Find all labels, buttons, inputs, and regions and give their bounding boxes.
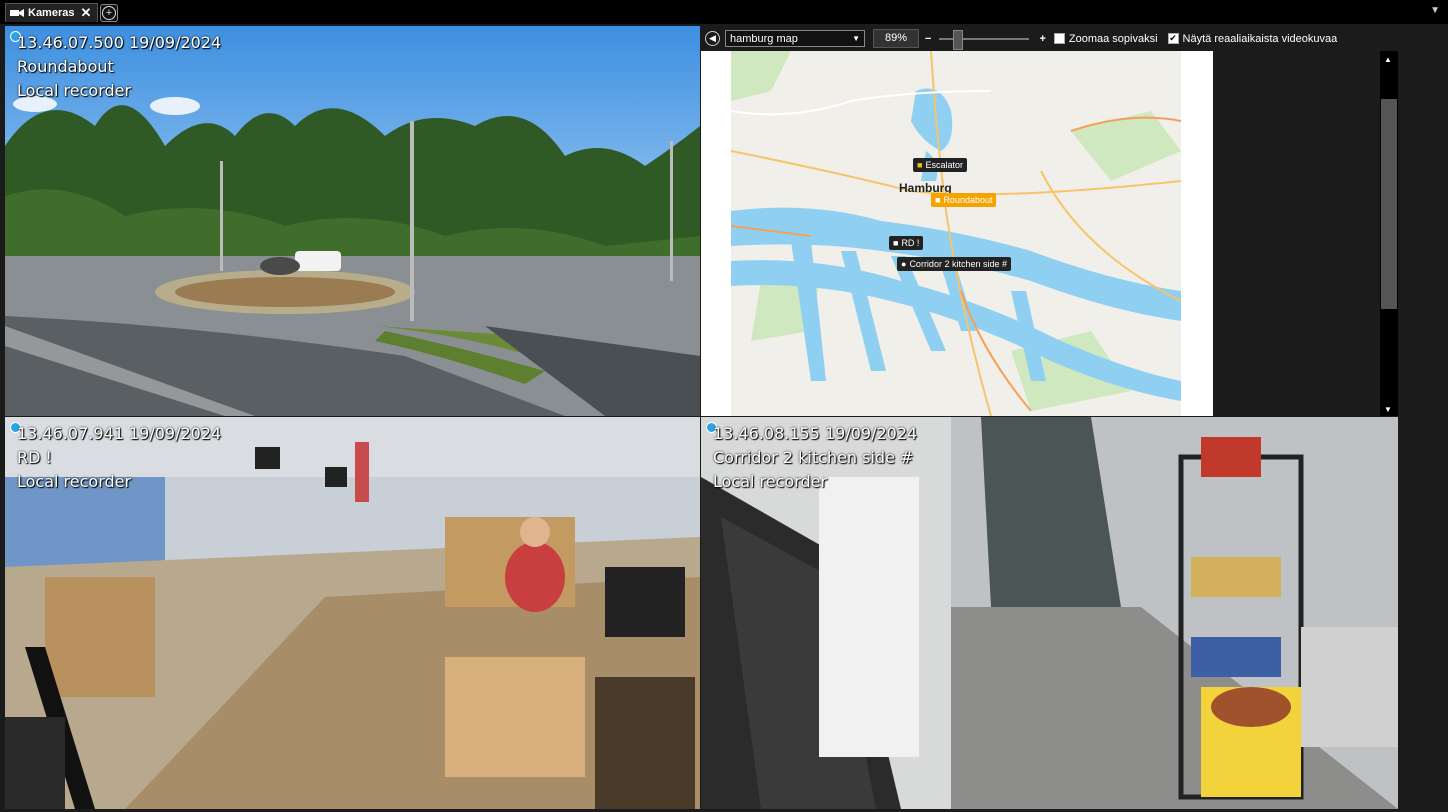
scroll-down-arrow[interactable]: ▼ bbox=[1384, 405, 1392, 414]
camera-source: Local recorder bbox=[17, 81, 132, 100]
camera-overlay: 13.46.08.155 19/09/2024 Corridor 2 kitch… bbox=[713, 422, 917, 494]
camera-source: Local recorder bbox=[17, 472, 132, 491]
map-panel: ◀ hamburg map ▼ 89% − + Zoomaa sopivaksi… bbox=[701, 26, 1398, 416]
map-marker-label: RD ! bbox=[901, 238, 920, 248]
dropdown-arrow-icon: ▼ bbox=[852, 34, 860, 43]
map-marker-rd[interactable]: ■ RD ! bbox=[889, 236, 924, 250]
tab-bar: Kameras ✕ + ▼ bbox=[0, 0, 1448, 24]
camera-timestamp: 13.46.08.155 19/09/2024 bbox=[713, 424, 918, 443]
camera-tile-roundabout[interactable]: 13.46.07.500 19/09/2024 Roundabout Local… bbox=[5, 26, 700, 416]
camera-icon: ■ bbox=[935, 195, 941, 205]
camera-name: RD ! bbox=[17, 448, 52, 467]
add-tab-button[interactable]: + bbox=[100, 4, 118, 22]
camera-overlay: 13.46.07.500 19/09/2024 Roundabout Local… bbox=[17, 31, 221, 103]
zoom-slider-handle[interactable] bbox=[953, 29, 964, 50]
map-scrollbar[interactable]: ▲ ▼ bbox=[1380, 51, 1398, 416]
map-canvas[interactable]: Hamburg ■ Escalator ■ Roundabout ■ RD ! … bbox=[701, 51, 1213, 416]
live-label: Näytä reaaliaikaista videokuvaa bbox=[1182, 32, 1338, 45]
map-marker-label: Roundabout bbox=[943, 195, 993, 205]
camera-overlay: 13.46.07.941 19/09/2024 RD ! Local recor… bbox=[17, 422, 221, 494]
camera-tile-rd[interactable]: 13.46.07.941 19/09/2024 RD ! Local recor… bbox=[5, 417, 700, 809]
camera-source: Local recorder bbox=[713, 472, 828, 491]
hamburg-map[interactable]: Hamburg ■ Escalator ■ Roundabout ■ RD ! … bbox=[730, 51, 1182, 416]
camera-tile-corridor[interactable]: 13.46.08.155 19/09/2024 Corridor 2 kitch… bbox=[701, 417, 1398, 809]
map-marker-label: Corridor 2 kitchen side # bbox=[909, 259, 1007, 269]
chevron-down-icon[interactable]: ▼ bbox=[1430, 5, 1440, 16]
fit-checkbox[interactable] bbox=[1053, 33, 1065, 44]
map-marker-corridor[interactable]: ● Corridor 2 kitchen side # bbox=[897, 257, 1011, 271]
scroll-thumb[interactable] bbox=[1381, 99, 1397, 309]
map-marker-roundabout[interactable]: ■ Roundabout bbox=[931, 193, 997, 207]
zoom-in-button[interactable]: + bbox=[1039, 33, 1045, 45]
map-graphic bbox=[730, 51, 1182, 416]
camera-name: Corridor 2 kitchen side # bbox=[713, 448, 914, 467]
camera-icon bbox=[10, 9, 24, 17]
map-toolbar: ◀ hamburg map ▼ 89% − + Zoomaa sopivaksi… bbox=[701, 26, 1398, 51]
camera-timestamp: 13.46.07.500 19/09/2024 bbox=[17, 33, 222, 52]
scroll-up-arrow[interactable]: ▲ bbox=[1384, 55, 1392, 64]
live-checkbox[interactable]: ✔ bbox=[1167, 33, 1179, 44]
camera-icon: ■ bbox=[893, 238, 899, 248]
zoom-out-button[interactable]: − bbox=[925, 33, 931, 45]
camera-timestamp: 13.46.07.941 19/09/2024 bbox=[17, 424, 222, 443]
plus-circle-icon: + bbox=[102, 6, 116, 20]
map-marker-label: Escalator bbox=[925, 160, 963, 170]
zoom-value[interactable]: 89% bbox=[873, 29, 919, 48]
zoom-slider[interactable] bbox=[939, 29, 1030, 50]
camera-name: Roundabout bbox=[17, 57, 114, 76]
camera-icon: ■ bbox=[917, 160, 923, 170]
fit-label: Zoomaa sopivaksi bbox=[1068, 32, 1158, 45]
tab-kameras[interactable]: Kameras ✕ bbox=[5, 3, 99, 22]
map-select[interactable]: hamburg map ▼ bbox=[725, 30, 865, 47]
close-tab-icon[interactable]: ✕ bbox=[80, 5, 91, 21]
dome-camera-icon: ● bbox=[901, 259, 907, 269]
map-marker-escalator[interactable]: ■ Escalator bbox=[913, 158, 967, 172]
map-select-value: hamburg map bbox=[730, 32, 798, 45]
tab-label: Kameras bbox=[28, 7, 75, 19]
back-arrow-icon[interactable]: ◀ bbox=[705, 31, 720, 46]
